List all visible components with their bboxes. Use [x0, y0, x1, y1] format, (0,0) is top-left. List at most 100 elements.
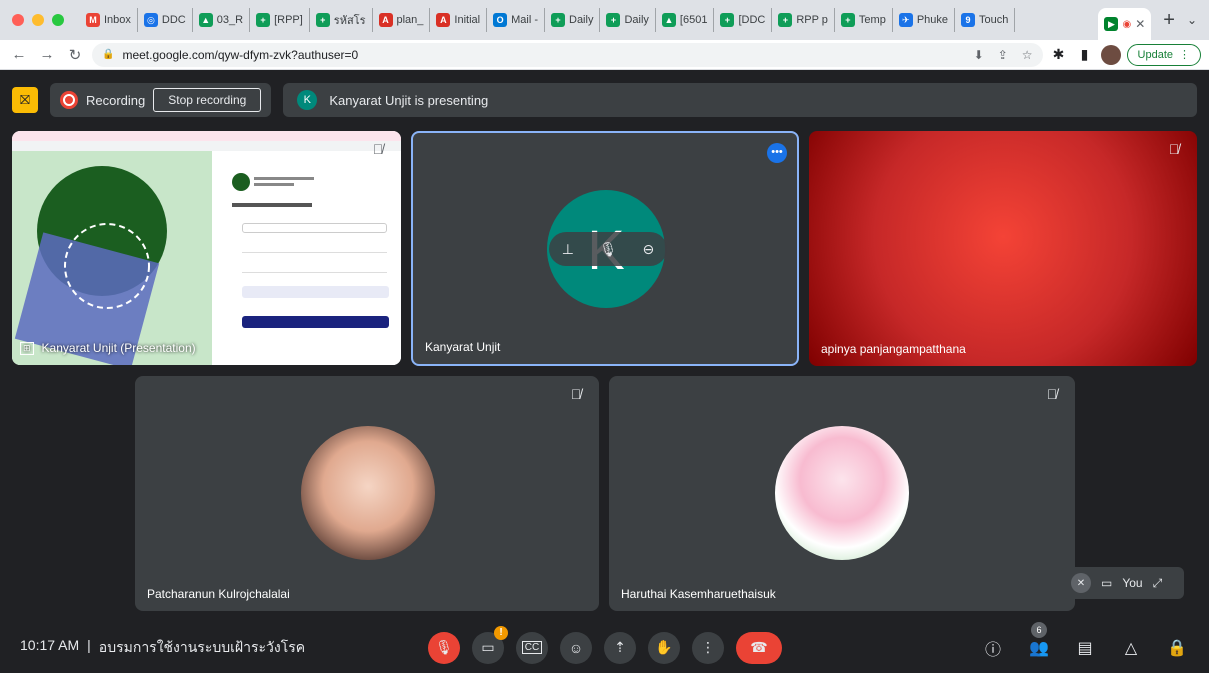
- new-tab-button[interactable]: +: [1151, 9, 1187, 32]
- update-label: Update: [1137, 48, 1173, 61]
- browser-tab[interactable]: + [RPP]: [250, 8, 310, 32]
- host-controls-button[interactable]: 🔒: [1165, 638, 1189, 658]
- participant-tile-haruthai[interactable]: 🎙̸ Haruthai Kasemharuethaisuk: [609, 376, 1075, 611]
- browser-tab[interactable]: Aplan_: [373, 8, 431, 32]
- tab-favicon-icon: A: [436, 13, 451, 27]
- tab-label: plan_: [396, 14, 424, 26]
- participant-tile-apinya[interactable]: 🎙̸ apinya panjangampatthana: [809, 131, 1197, 366]
- address-bar[interactable]: 🔒 meet.google.com/qyw-dfym-zvk?authuser=…: [92, 42, 1043, 67]
- browser-tab[interactable]: + [DDC: [714, 8, 773, 32]
- browser-tab[interactable]: + RPP p: [772, 8, 835, 32]
- raise-hand-button[interactable]: ✋: [648, 631, 680, 664]
- captions-button[interactable]: CC: [516, 631, 548, 664]
- screen-share-icon: ⊞: [20, 341, 34, 355]
- leave-call-button[interactable]: ☎: [736, 631, 782, 664]
- browser-tab[interactable]: ▲ 03_R: [193, 8, 251, 32]
- browser-tab[interactable]: A Initial: [430, 8, 488, 32]
- stop-recording-button[interactable]: Stop recording: [153, 88, 262, 112]
- presented-login-panel: [212, 151, 401, 365]
- tab-favicon-icon: A: [378, 13, 393, 27]
- share-icon[interactable]: ⇪: [998, 48, 1008, 62]
- browser-tab[interactable]: O Mail -: [487, 8, 545, 32]
- maximize-window-button[interactable]: [52, 14, 64, 26]
- close-window-button[interactable]: [12, 14, 24, 26]
- tab-label: Phuke: [916, 14, 949, 26]
- meet-bottom-bar: 10:17 AM | อบรมการใช้งานระบบเฝ้าระวังโรค…: [0, 621, 1209, 673]
- participant-name: apinya panjangampatthana: [821, 342, 966, 356]
- participant-tile-patcharanun[interactable]: 🎙̸ Patcharanun Kulrojchalalai: [135, 376, 599, 611]
- tab-favicon-icon: O: [493, 13, 508, 27]
- profile-avatar[interactable]: [1100, 44, 1121, 65]
- presentation-tile[interactable]: 🎙̸ ⊞ Kanyarat Unjit (Presentation): [12, 131, 401, 365]
- avatar: [301, 426, 435, 560]
- side-panel-icon[interactable]: ▮: [1075, 46, 1095, 63]
- download-icon[interactable]: ⬇: [974, 48, 984, 62]
- presentation-name: Kanyarat Unjit (Presentation): [41, 341, 196, 355]
- participant-count-badge: 6: [1031, 621, 1047, 638]
- more-options-icon[interactable]: •••: [767, 143, 787, 163]
- browser-tab[interactable]: ▲ [6501: [656, 8, 715, 32]
- present-button[interactable]: ⇡: [604, 631, 636, 664]
- remove-participant-icon[interactable]: ⊖: [643, 241, 655, 258]
- self-view-pill[interactable]: ✕ ▭ You ⤢: [1061, 567, 1184, 599]
- presentation-toggle-icon[interactable]: ⛝: [12, 87, 38, 113]
- reload-button[interactable]: ↻: [64, 46, 86, 64]
- info-icon: ⓘ: [984, 641, 1001, 659]
- update-button[interactable]: Update ⋮: [1126, 43, 1201, 66]
- browser-toolbar: ← → ↻ 🔒 meet.google.com/qyw-dfym-zvk?aut…: [0, 40, 1209, 70]
- close-tab-icon[interactable]: ✕: [1135, 17, 1145, 31]
- browser-tab[interactable]: ◎ DDC: [138, 8, 193, 32]
- browser-tab[interactable]: + Daily: [545, 8, 601, 32]
- browser-tab[interactable]: M Inbox: [80, 8, 138, 32]
- browser-tab[interactable]: + Daily: [600, 8, 656, 32]
- tab-favicon-icon: ✈: [898, 13, 913, 27]
- participant-name: Patcharanun Kulrojchalalai: [147, 587, 290, 601]
- more-options-button[interactable]: ⋮: [692, 631, 724, 664]
- mic-off-icon: 🎙̸: [1046, 386, 1058, 402]
- tile-hover-controls: ⊥ 🎙 ⊖: [549, 232, 667, 266]
- back-button[interactable]: ←: [8, 46, 30, 63]
- presentation-name-row: ⊞ Kanyarat Unjit (Presentation): [20, 341, 196, 355]
- emoji-button[interactable]: ☺: [560, 631, 592, 664]
- present-screen-icon: ⇡: [614, 639, 626, 655]
- browser-tab[interactable]: ✈ Phuke: [893, 8, 956, 32]
- tab-favicon-icon: ▲: [198, 13, 213, 27]
- people-icon: 👥: [1029, 639, 1049, 657]
- mute-participant-icon[interactable]: 🎙: [599, 241, 617, 258]
- mic-off-icon: 🎙̸: [570, 386, 582, 402]
- participant-tile-kanyarat[interactable]: ••• K ⊥ 🎙 ⊖ Kanyarat Unjit: [411, 131, 799, 366]
- mic-toggle-button[interactable]: 🎙: [428, 631, 460, 664]
- tab-label: [DDC: [738, 14, 766, 26]
- people-button[interactable]: 6 👥: [1027, 621, 1051, 658]
- lock-person-icon: 🔒: [1167, 639, 1187, 657]
- extensions-icon[interactable]: ✱: [1049, 46, 1069, 63]
- chat-button[interactable]: ▤: [1073, 638, 1097, 658]
- expand-icon[interactable]: ⤢: [1153, 576, 1163, 591]
- bookmark-star-icon[interactable]: ☆: [1022, 48, 1033, 62]
- presenting-banner: K Kanyarat Unjit is presenting: [283, 83, 1197, 117]
- tab-label: รหัสโร: [333, 15, 366, 27]
- recording-bar: Recording Stop recording: [50, 83, 272, 117]
- call-controls: 🎙 ▭! CC ☺ ⇡ ✋ ⋮ ☎: [428, 625, 782, 664]
- minimize-window-button[interactable]: [32, 14, 44, 26]
- meeting-time: 10:17 AM: [20, 636, 80, 653]
- pin-icon[interactable]: ⊥: [562, 241, 574, 258]
- presented-screen-tabbar: [12, 131, 401, 141]
- tab-favicon-icon: +: [720, 13, 735, 27]
- camera-toggle-button[interactable]: ▭!: [472, 625, 508, 664]
- browser-tab[interactable]: + รหัสโร: [310, 8, 373, 32]
- tab-favicon-icon: +: [840, 13, 855, 27]
- browser-tab[interactable]: 9 Touch: [955, 8, 1016, 32]
- recording-label: Recording: [86, 92, 146, 108]
- browser-tab[interactable]: + Temp: [835, 8, 893, 32]
- forward-button[interactable]: →: [36, 46, 58, 63]
- activities-button[interactable]: △: [1119, 638, 1143, 658]
- tab-search-chevron-icon[interactable]: ⌄: [1187, 13, 1209, 27]
- tab-active-meet[interactable]: ▶ ◉ ✕: [1098, 8, 1152, 40]
- avatar: [775, 426, 909, 560]
- tab-label: Inbox: [104, 14, 131, 26]
- tab-favicon-icon: ◎: [143, 13, 158, 27]
- participant-name: Haruthai Kasemharuethaisuk: [621, 587, 776, 601]
- meeting-details-button[interactable]: ⓘ: [981, 636, 1005, 660]
- meeting-title: อบรมการใช้งานระบบเฝ้าระวังโรค: [98, 638, 306, 655]
